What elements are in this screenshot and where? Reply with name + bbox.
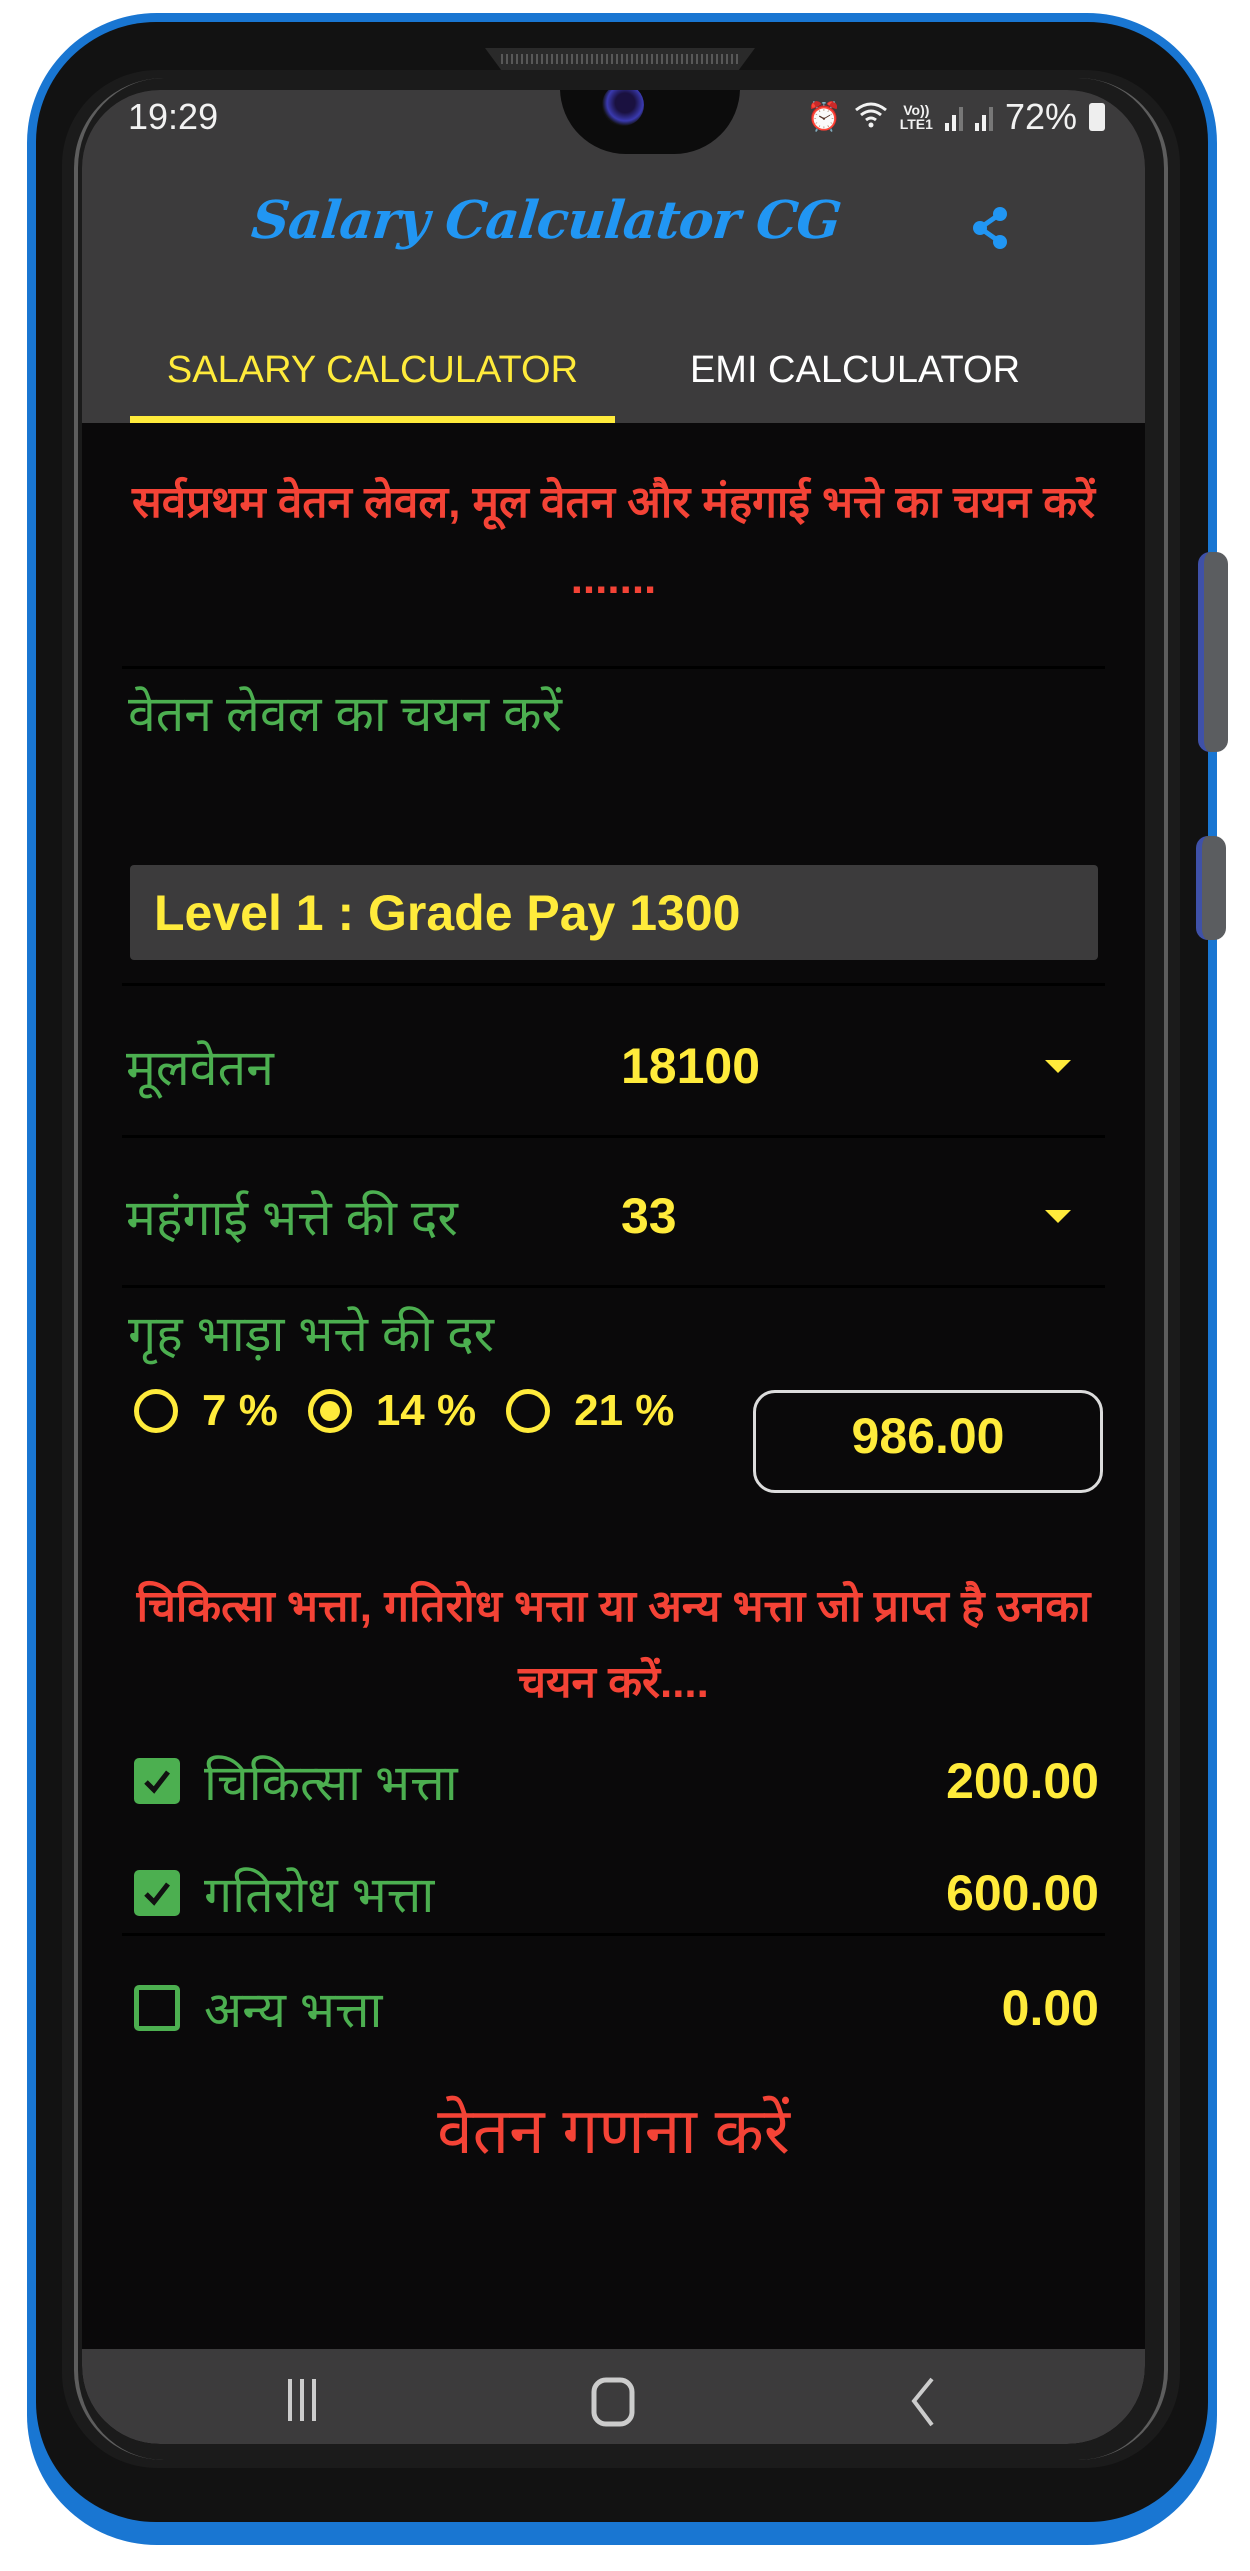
instruction-heading: सर्वप्रथम वेतन लेवल, मूल वेतन और मंहगाई … [132, 478, 1095, 603]
radio-selected-icon [307, 1389, 352, 1433]
basic-pay-value: 18100 [621, 1038, 761, 1094]
da-rate-value: 33 [621, 1188, 677, 1244]
allowance-label: अन्य भत्ता [204, 1982, 383, 2038]
hra-radio-group: 7 % 14 % 21 % [134, 1386, 704, 1436]
da-rate-label: महंगाई भत्ते की दर [126, 1190, 458, 1246]
divider [122, 983, 1105, 986]
allowance-amount: 600.00 [946, 1865, 1099, 1921]
divider [122, 666, 1105, 669]
allowance-row-deadlock: गतिरोध भत्ता 600.00 [134, 1843, 1099, 1943]
battery-icon [1089, 103, 1105, 131]
hra-option-21[interactable]: 21 % [506, 1386, 674, 1436]
radio-icon [134, 1389, 178, 1433]
hra-option-7[interactable]: 7 % [134, 1386, 278, 1436]
home-icon[interactable] [590, 2377, 636, 2432]
divider [122, 1285, 1105, 1288]
allowance-amount: 0.00 [1001, 1980, 1099, 2036]
signal-sim2-icon [974, 103, 993, 131]
radio-label: 7 % [202, 1386, 278, 1435]
status-icons: ⏰ Vo)) LTE1 72% [807, 96, 1105, 138]
checkbox-unchecked-icon[interactable] [134, 1985, 180, 2031]
signal-sim1-icon [944, 103, 963, 131]
level-value: Level 1 : Grade Pay 1300 [154, 884, 741, 941]
lte-bottom-text: LTE1 [899, 116, 933, 132]
basic-pay-label: मूलवेतन [126, 1040, 274, 1096]
allowance-row-medical: चिकित्सा भत्ता 200.00 [134, 1731, 1099, 1831]
hra-option-14[interactable]: 14 % [307, 1386, 477, 1436]
volume-button [1198, 552, 1228, 752]
allowance-row-other: अन्य भत्ता 0.00 [134, 1958, 1099, 2058]
chevron-down-icon [1045, 1209, 1071, 1223]
radio-label: 14 % [375, 1386, 477, 1435]
allowance-heading: चिकित्सा भत्ता, गतिरोध भत्ता या अन्य भत्… [136, 1582, 1091, 1707]
share-icon[interactable] [960, 198, 1020, 258]
volte-lte-icon: Vo)) LTE1 [900, 103, 933, 131]
navigation-bar [82, 2349, 1145, 2444]
app-title: Salary Calculator CG [248, 190, 844, 251]
status-time: 19:29 [128, 96, 219, 137]
earpiece-speaker [485, 48, 755, 70]
level-dropdown[interactable]: Level 1 : Grade Pay 1300 [130, 865, 1098, 960]
screen: 19:29 ⏰ Vo)) LTE1 72% Salary Calculator C… [82, 90, 1145, 2444]
power-button [1196, 836, 1226, 940]
checkbox-checked-icon[interactable] [134, 1758, 180, 1804]
radio-label: 21 % [574, 1386, 675, 1435]
hra-amount-field[interactable]: 986.00 [753, 1390, 1103, 1493]
da-rate-dropdown[interactable]: महंगाई भत्ते की दर 33 [126, 1151, 1101, 1281]
back-icon[interactable] [908, 2377, 938, 2432]
alarm-icon: ⏰ [806, 101, 842, 132]
hra-amount: 986.00 [851, 1408, 1005, 1464]
chevron-down-icon [1045, 1059, 1071, 1073]
allowance-label: चिकित्सा भत्ता [204, 1755, 458, 1811]
hra-label: गृह भाड़ा भत्ते की दर [128, 1306, 495, 1362]
camera-notch [560, 90, 740, 154]
basic-pay-dropdown[interactable]: मूलवेतन 18100 [126, 1001, 1101, 1131]
app-bar: 19:29 ⏰ Vo)) LTE1 72% Salary Calculator C… [82, 90, 1145, 423]
tab-emi-calculator[interactable]: EMI CALCULATOR [615, 318, 1095, 423]
calculate-salary-button[interactable]: वेतन गणना करें [122, 2063, 1105, 2193]
divider [122, 1135, 1105, 1138]
tab-salary-calculator[interactable]: SALARY CALCULATOR [130, 318, 615, 423]
recents-icon[interactable] [282, 2377, 322, 2428]
checkbox-checked-icon[interactable] [134, 1870, 180, 1916]
allowance-label: गतिरोध भत्ता [204, 1867, 435, 1923]
level-label: वेतन लेवल का चयन करें [128, 686, 562, 742]
battery-percent: 72% [1004, 96, 1077, 137]
divider [122, 1933, 1105, 1936]
allowance-amount: 200.00 [946, 1753, 1099, 1809]
lte-top-text: Vo)) [903, 102, 930, 118]
tab-bar: SALARY CALCULATOR EMI CALCULATOR [82, 318, 1145, 423]
radio-icon [506, 1389, 551, 1433]
wifi-icon [854, 100, 888, 135]
